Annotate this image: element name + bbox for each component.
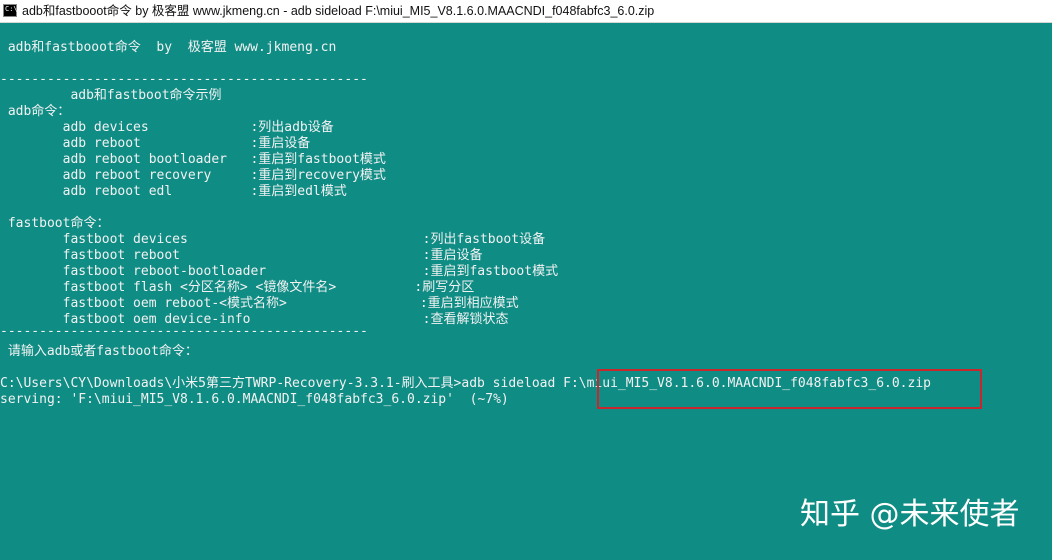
separator-top: ----------------------------------------… xyxy=(0,72,368,87)
fastboot-command-line: fastboot reboot-bootloader :重启到fastboot模… xyxy=(0,264,558,280)
adb-command-line: adb reboot bootloader :重启到fastboot模式 xyxy=(0,152,386,168)
console-icon: C:\ xyxy=(3,4,18,17)
adb-command-line: adb devices :列出adb设备 xyxy=(0,120,334,136)
adb-command-line: adb reboot :重启设备 xyxy=(0,136,311,152)
adb-heading: adb命令： xyxy=(0,104,71,119)
console-header: adb和fastbooot命令 by 极客盟 www.jkmeng.cn xyxy=(0,40,337,55)
console-output[interactable]: adb和fastbooot命令 by 极客盟 www.jkmeng.cn ---… xyxy=(0,24,1052,560)
title-bar[interactable]: C:\ adb和fastbooot命令 by 极客盟 www.jkmeng.cn… xyxy=(0,0,1052,23)
fastboot-command-line: fastboot reboot :重启设备 xyxy=(0,248,483,264)
watermark: 知乎 @未来使者 xyxy=(800,497,1020,532)
input-prompt: 请输入adb或者fastboot命令： xyxy=(0,344,198,359)
fastboot-heading: fastboot命令： xyxy=(0,216,110,231)
fastboot-command: fastboot flash <分区名称> <镜像文件名> xyxy=(0,280,415,295)
fastboot-command-line: fastboot flash <分区名称> <镜像文件名> :刷写分区 xyxy=(0,280,475,296)
fastboot-command-desc: :重启到fastboot模式 xyxy=(422,264,559,279)
fastboot-command: fastboot devices xyxy=(0,232,423,247)
fastboot-command-desc: :列出fastboot设备 xyxy=(422,232,546,247)
fastboot-command-line: fastboot devices :列出fastboot设备 xyxy=(0,232,545,248)
window-title: adb和fastbooot命令 by 极客盟 www.jkmeng.cn - a… xyxy=(22,4,655,18)
fastboot-command: fastboot reboot-bootloader xyxy=(0,264,423,279)
console-icon-label: C:\ xyxy=(5,5,18,13)
adb-command-desc: :重启到fastboot模式 xyxy=(250,152,386,167)
adb-command-desc: :重启到edl模式 xyxy=(250,184,347,199)
adb-command-line: adb reboot recovery :重启到recovery模式 xyxy=(0,168,386,184)
fastboot-command: fastboot oem reboot-<模式名称> xyxy=(0,296,420,311)
adb-command: adb reboot recovery xyxy=(0,168,251,183)
fastboot-command-desc: :重启设备 xyxy=(422,248,483,263)
highlight-box xyxy=(597,369,982,409)
adb-command: adb reboot xyxy=(0,136,251,151)
serving-status: serving: 'F:\miui_MI5_V8.1.6.0.MAACNDI_f… xyxy=(0,392,509,407)
console-window: C:\ adb和fastbooot命令 by 极客盟 www.jkmeng.cn… xyxy=(0,0,1052,560)
command-prompt: C:\Users\CY\Downloads\小米5第三方TWRP-Recover… xyxy=(0,376,462,391)
adb-command-desc: :重启设备 xyxy=(250,136,311,151)
fastboot-command-desc: :刷写分区 xyxy=(414,280,475,295)
fastboot-command: fastboot reboot xyxy=(0,248,423,263)
adb-command: adb reboot edl xyxy=(0,184,251,199)
command-entered: adb sideload xyxy=(461,376,564,391)
separator-bottom: ----------------------------------------… xyxy=(0,324,368,339)
section-title: adb和fastboot命令示例 xyxy=(0,88,222,103)
fastboot-command-desc: :查看解锁状态 xyxy=(422,312,509,327)
adb-command-desc: :列出adb设备 xyxy=(250,120,334,135)
fastboot-command-line: fastboot oem reboot-<模式名称> :重启到相应模式 xyxy=(0,296,519,312)
fastboot-command-desc: :重启到相应模式 xyxy=(419,296,519,311)
adb-command: adb reboot bootloader xyxy=(0,152,251,167)
adb-command-desc: :重启到recovery模式 xyxy=(250,168,386,183)
adb-command-line: adb reboot edl :重启到edl模式 xyxy=(0,184,347,200)
adb-command: adb devices xyxy=(0,120,251,135)
